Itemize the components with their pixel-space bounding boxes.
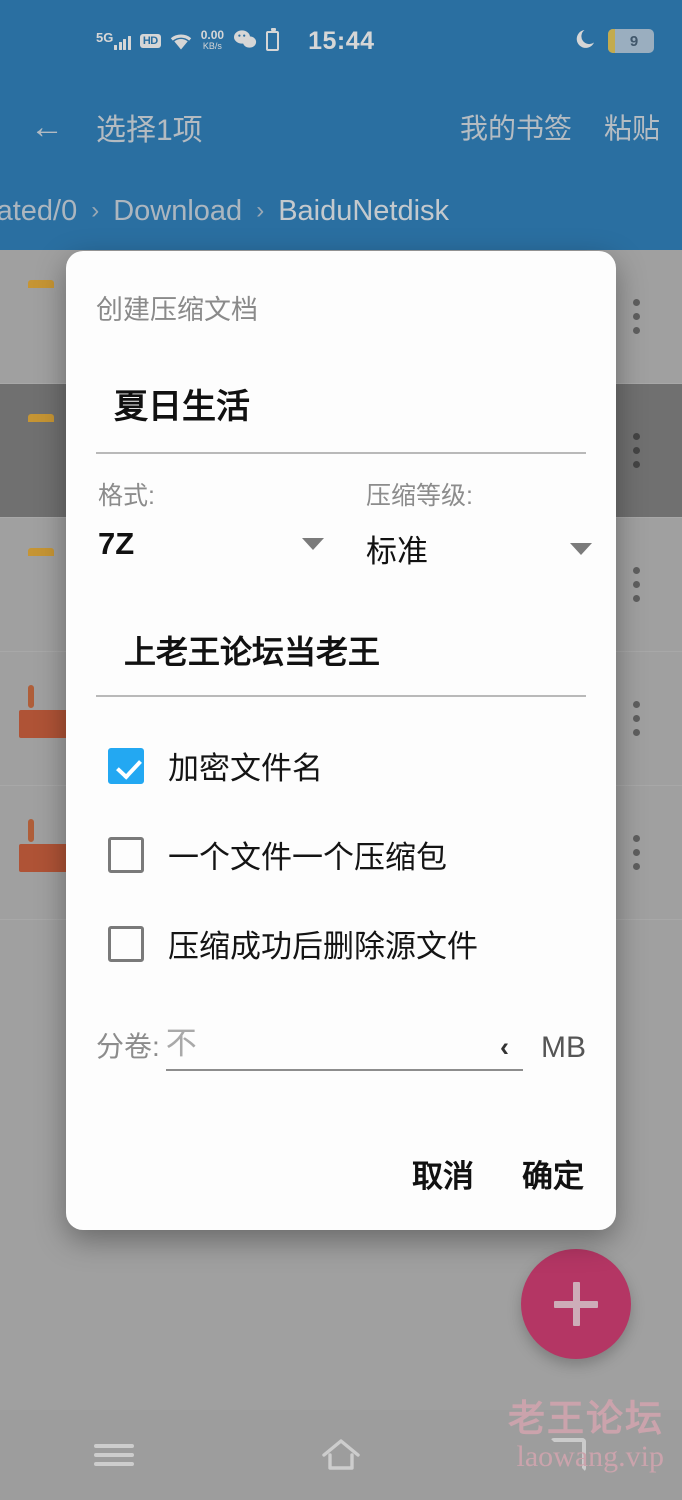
one-archive-per-file-checkbox-row[interactable]: 一个文件一个压缩包	[108, 832, 616, 877]
archive-name-input[interactable]: 夏日生活	[114, 379, 616, 428]
dialog-actions: 取消 确定	[412, 1151, 584, 1196]
chevron-down-icon	[570, 542, 592, 555]
confirm-button[interactable]: 确定	[522, 1151, 584, 1196]
encrypt-filenames-checkbox[interactable]	[108, 747, 144, 784]
password-underline	[96, 695, 586, 697]
encrypt-filenames-label: 加密文件名	[168, 751, 323, 786]
format-label: 格式:	[98, 482, 155, 510]
create-archive-dialog: 创建压缩文档 夏日生活 格式: 7Z 压缩等级: 标准 上老王论坛当老王 加密文…	[66, 251, 616, 1230]
chevron-down-icon	[302, 538, 324, 550]
delete-source-after-checkbox[interactable]	[108, 925, 144, 962]
delete-source-after-label: 压缩成功后删除源文件	[168, 929, 478, 964]
split-volume-row: 分卷: 不 ‹ MB	[96, 1018, 586, 1071]
split-volume-placeholder: 不	[165, 1026, 197, 1061]
compression-level-select[interactable]: 标准	[366, 526, 616, 571]
archive-name-underline	[96, 452, 586, 454]
cancel-button[interactable]: 取消	[412, 1151, 474, 1196]
password-input[interactable]: 上老王论坛当老王	[124, 627, 616, 673]
one-archive-per-file-label: 一个文件一个压缩包	[168, 840, 447, 875]
split-volume-label: 分卷:	[96, 1031, 160, 1062]
delete-source-after-checkbox-row[interactable]: 压缩成功后删除源文件	[108, 921, 616, 966]
format-select[interactable]: 7Z	[98, 526, 348, 562]
split-volume-input[interactable]: 不 ‹	[165, 1018, 523, 1071]
level-select-group: 压缩等级: 标准	[348, 476, 616, 571]
format-and-level-row: 格式: 7Z 压缩等级: 标准	[66, 476, 616, 571]
phone-screen: 5G HD 0.00 KB/s 15:44 9 ← 选择1项 我的书签 粘贴 a…	[0, 0, 682, 1500]
one-archive-per-file-checkbox[interactable]	[108, 836, 144, 873]
format-select-group: 格式: 7Z	[66, 476, 348, 571]
compression-level-label: 压缩等级:	[366, 482, 473, 510]
compression-level-value: 标准	[366, 534, 428, 569]
split-volume-unit: MB	[541, 1031, 586, 1064]
dialog-title: 创建压缩文档	[96, 295, 258, 325]
chevron-left-icon[interactable]: ‹	[500, 1032, 509, 1063]
encrypt-filenames-checkbox-row[interactable]: 加密文件名	[108, 743, 616, 788]
format-value: 7Z	[98, 526, 135, 561]
